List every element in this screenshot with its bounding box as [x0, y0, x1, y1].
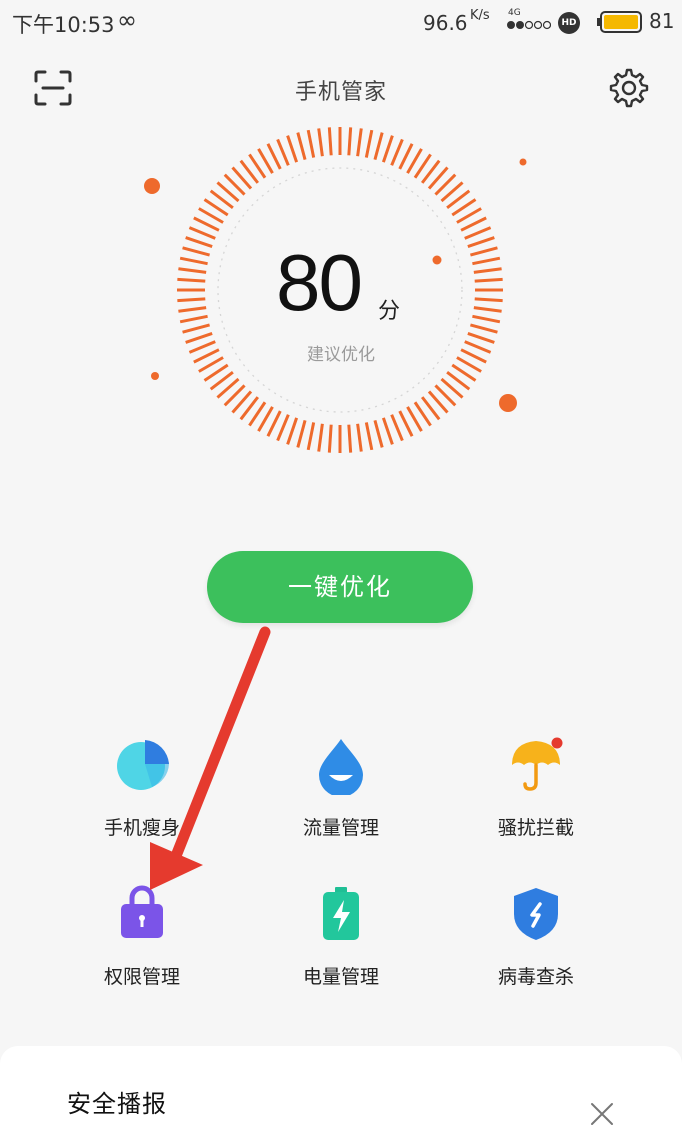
ring-tick	[390, 138, 404, 166]
umbrella-icon	[512, 737, 563, 791]
ring-tick	[182, 323, 210, 334]
ring-tick	[317, 128, 324, 157]
ring-tick	[472, 314, 501, 324]
ring-tick	[327, 127, 333, 156]
gear-icon[interactable]	[609, 68, 649, 108]
ring-tick	[266, 143, 282, 170]
ring-tick	[474, 277, 503, 283]
optimize-button[interactable]: 一键优化	[207, 551, 473, 623]
ring-tick	[356, 423, 363, 452]
ring-tick	[182, 246, 210, 257]
ring-tick	[266, 410, 282, 437]
ring-tick	[306, 129, 316, 158]
tool-label: 电量管理	[302, 966, 379, 988]
ring-tick	[364, 422, 374, 451]
ring-tick	[381, 135, 394, 163]
phone-manager-screen: 下午10:53 ∞ 96.6 K/s 4G HD 81 手机管家 80 分 建议…	[0, 0, 682, 1127]
ring-tick	[470, 323, 498, 334]
infinity-icon: ∞	[117, 6, 137, 34]
ring-tick	[296, 420, 307, 448]
network-speed: 96.6	[423, 11, 468, 35]
droplet-icon	[319, 739, 363, 795]
ring-tick	[317, 423, 324, 452]
tool-phone-slim[interactable]: 手机瘦身	[52, 735, 232, 855]
ring-tick	[470, 246, 498, 257]
network-type-label: 4G	[508, 8, 521, 18]
broadcast-title: 安全播报	[67, 1090, 167, 1118]
ring-tick	[327, 424, 333, 453]
ring-tick	[188, 226, 216, 240]
status-time: 下午10:53	[12, 13, 115, 37]
tool-battery-manage[interactable]: 电量管理	[251, 884, 431, 1004]
ring-tick	[296, 132, 307, 160]
ring-tick	[276, 138, 290, 166]
ring-tick	[473, 267, 502, 274]
ring-tick	[306, 422, 316, 451]
lock-bag-icon	[121, 885, 163, 938]
orbit-dot	[432, 255, 442, 265]
page-title: 手机管家	[294, 80, 387, 105]
ring-tick	[193, 216, 220, 232]
orbit-dot	[151, 372, 159, 380]
ring-tick	[179, 256, 208, 266]
score-hint: 建议优化	[307, 345, 375, 365]
tool-label: 流量管理	[302, 817, 379, 839]
ring-tick	[467, 236, 495, 249]
ring-tick	[472, 256, 501, 266]
ring-tick	[474, 297, 503, 303]
tool-permission-manage[interactable]: 权限管理	[52, 884, 232, 1004]
ring-tick	[398, 143, 414, 170]
ring-tick	[177, 277, 206, 283]
battery-bolt-icon	[323, 887, 359, 940]
score-unit: 分	[378, 299, 401, 324]
tool-label: 权限管理	[103, 966, 180, 988]
ring-tick	[178, 267, 207, 274]
ring-tick	[356, 128, 363, 157]
ring-tick	[398, 410, 414, 437]
orbit-dot	[144, 178, 160, 194]
orbit-dot	[499, 394, 517, 412]
tool-label: 病毒查杀	[497, 966, 574, 988]
ring-tick	[179, 314, 208, 324]
ring-tick	[381, 417, 394, 445]
ring-tick	[347, 424, 353, 453]
ring-tick	[286, 135, 299, 163]
ring-tick	[347, 127, 353, 156]
ring-tick	[364, 129, 374, 158]
close-icon[interactable]	[588, 1100, 616, 1127]
orbit-dot	[519, 158, 527, 166]
ring-tick	[185, 236, 213, 249]
score-value: 80	[276, 238, 363, 327]
ring-tick	[178, 306, 207, 313]
tool-label: 骚扰拦截	[497, 817, 574, 839]
battery-level: 81	[649, 9, 675, 33]
ring-tick	[373, 132, 384, 160]
network-speed-unit: K/s	[470, 8, 490, 23]
tool-virus-scan[interactable]: 病毒查杀	[446, 884, 626, 1004]
ring-tick	[390, 414, 404, 442]
battery-icon	[597, 11, 642, 33]
ring-tick	[276, 414, 290, 442]
signal-icon: 4G	[507, 8, 551, 30]
ring-tick	[373, 420, 384, 448]
hd-icon: HD	[558, 12, 580, 34]
status-bar: 下午10:53 ∞ 96.6 K/s 4G HD 81	[0, 0, 682, 46]
ring-tick	[177, 297, 206, 303]
security-broadcast-card: 安全播报	[0, 1046, 682, 1127]
ring-tick	[460, 216, 487, 232]
tool-label: 手机瘦身	[103, 817, 180, 839]
ring-tick	[464, 226, 492, 240]
pie-storage-icon	[117, 740, 169, 790]
ring-tick	[286, 417, 299, 445]
tool-data-usage[interactable]: 流量管理	[251, 735, 431, 855]
shield-icon	[514, 888, 558, 940]
tool-harassment-block[interactable]: 骚扰拦截	[446, 735, 626, 855]
ring-tick	[473, 306, 502, 313]
